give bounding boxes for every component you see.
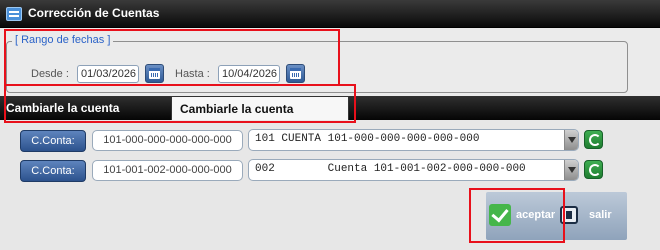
action-bar: aceptar salir bbox=[486, 192, 627, 240]
tab-cuenta-contable[interactable]: Cambiarle la cuenta contable bbox=[0, 96, 168, 139]
calendar-icon bbox=[149, 68, 160, 79]
exit-button[interactable]: salir bbox=[558, 192, 627, 240]
accept-label: aceptar bbox=[516, 209, 556, 221]
tab-cuenta-corriente[interactable]: Cambiarle la cuenta corriente bbox=[171, 96, 349, 140]
from-date-input[interactable]: 01/03/2026 bbox=[77, 65, 139, 83]
account-select-1-value: 101 CUENTA 101-000-000-000-000-000 bbox=[255, 133, 480, 145]
to-date-input[interactable]: 10/04/2026 bbox=[218, 65, 280, 83]
refresh-icon bbox=[589, 134, 601, 146]
account-select-1[interactable]: 101 CUENTA 101-000-000-000-000-000 bbox=[248, 129, 579, 151]
from-calendar-button[interactable] bbox=[145, 64, 164, 83]
table-icon bbox=[6, 7, 22, 21]
to-calendar-button[interactable] bbox=[286, 64, 305, 83]
title-bar: Corrección de Cuentas bbox=[0, 0, 660, 28]
account-input-2[interactable]: 101-001-002-000-000-000 bbox=[92, 160, 243, 181]
window-title: Corrección de Cuentas bbox=[28, 6, 160, 20]
exit-icon bbox=[560, 206, 578, 224]
account-select-2[interactable]: 002 Cuenta 101-001-002-000-000-000 bbox=[248, 159, 579, 181]
check-icon bbox=[489, 204, 511, 226]
refresh-button-1[interactable] bbox=[584, 130, 603, 149]
accept-button[interactable]: aceptar bbox=[486, 192, 558, 240]
calendar-icon bbox=[290, 68, 301, 79]
account-select-2-value: 002 Cuenta 101-001-002-000-000-000 bbox=[255, 163, 526, 175]
chevron-down-icon[interactable] bbox=[564, 130, 578, 150]
chevron-down-icon[interactable] bbox=[564, 160, 578, 180]
cconta-button-2[interactable]: C.Conta: bbox=[20, 160, 86, 182]
to-label: Hasta : bbox=[175, 68, 210, 80]
exit-label: salir bbox=[589, 209, 612, 221]
cconta-button-1[interactable]: C.Conta: bbox=[20, 130, 86, 152]
refresh-button-2[interactable] bbox=[584, 160, 603, 179]
date-range-legend: [ Rango de fechas ] bbox=[12, 34, 114, 46]
from-label: Desde : bbox=[31, 68, 69, 80]
tab-bar: Cambiarle la cuenta contable Cambiarle l… bbox=[0, 96, 660, 140]
account-input-1[interactable]: 101-000-000-000-000-000 bbox=[92, 130, 243, 151]
refresh-icon bbox=[589, 164, 601, 176]
